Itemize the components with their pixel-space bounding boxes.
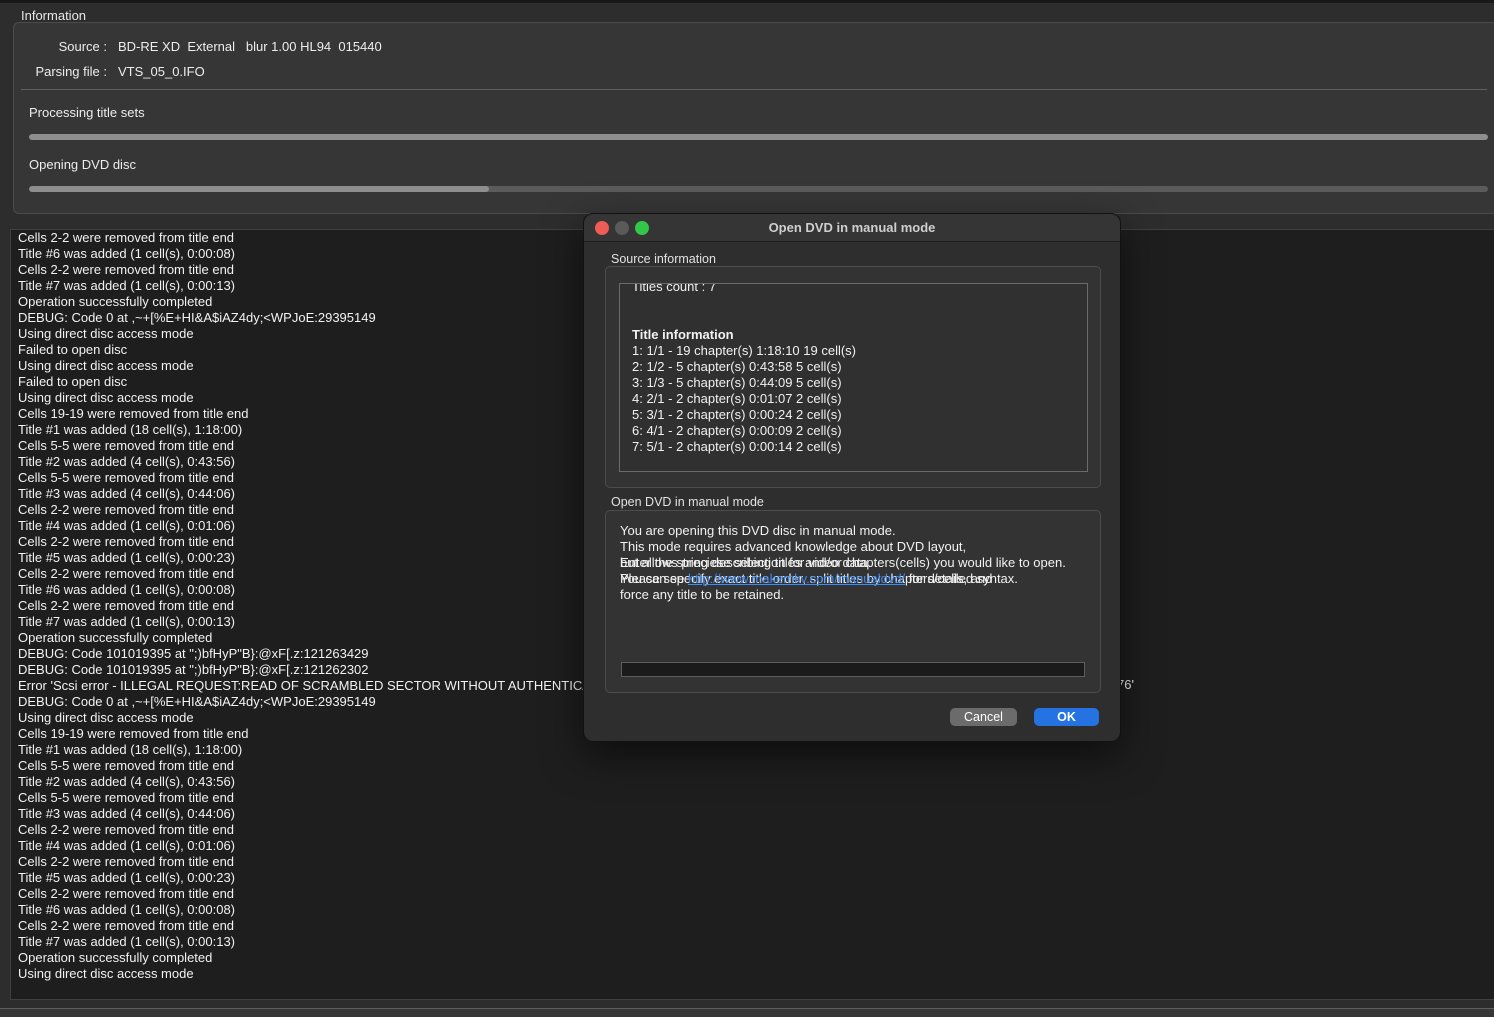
titles-count-line: Titles count : 7 [632, 283, 1087, 295]
log-line: Title #7 was added (1 cell(s), 0:00:13) [11, 934, 1494, 950]
source-information-group-box: Titles count : 7 Title information 1: 1/… [605, 266, 1101, 488]
title-information-header: Title information [632, 327, 1087, 343]
opening-progress-fill [29, 186, 489, 192]
blank-line [632, 295, 1087, 311]
processing-title-sets-label: Processing title sets [29, 105, 145, 120]
manual-mode-description-lines: You are opening this DVD disc in manual … [620, 523, 1090, 539]
log-line: Title #1 was added (18 cell(s), 1:18:00) [11, 742, 1494, 758]
ok-button[interactable]: OK [1034, 708, 1099, 726]
title-info-row: 2: 1/2 - 5 chapter(s) 0:43:58 5 cell(s) [632, 359, 1087, 375]
log-line: Title #5 was added (1 cell(s), 0:00:23) [11, 870, 1494, 886]
source-value: BD-RE XD External blur 1.00 HL94 015440 [118, 39, 382, 54]
parsing-file-label: Parsing file : [29, 64, 107, 79]
opening-progress-bar [29, 186, 1488, 192]
manual-mode-group-box: You are opening this DVD disc in manual … [605, 510, 1101, 693]
parsing-file-value: VTS_05_0.IFO [118, 64, 205, 79]
enter-string-line: Enter the string describing titles and/o… [620, 555, 1090, 571]
log-line: Title #2 was added (4 cell(s), 0:43:56) [11, 774, 1494, 790]
title-info-row: 4: 2/1 - 2 chapter(s) 0:01:07 2 cell(s) [632, 391, 1087, 407]
processing-progress-fill [29, 134, 1488, 140]
dialog-titlebar[interactable]: Open DVD in manual mode [584, 214, 1120, 242]
blank-line [632, 311, 1087, 327]
log-line: Cells 2-2 were removed from title end [11, 918, 1494, 934]
dialog-title: Open DVD in manual mode [584, 220, 1120, 235]
manual-selection-string-input[interactable] [621, 662, 1085, 677]
opening-dvd-disc-label: Opening DVD disc [29, 157, 136, 172]
title-info-row: 5: 3/1 - 2 chapter(s) 0:00:24 2 cell(s) [632, 407, 1087, 423]
log-line: Title #6 was added (1 cell(s), 0:00:08) [11, 902, 1494, 918]
window-top-edge [0, 0, 1494, 3]
please-see-prefix: Please see [620, 571, 688, 586]
log-line: Title #4 was added (1 cell(s), 0:01:06) [11, 838, 1494, 854]
log-line: Using direct disc access mode [11, 966, 1494, 982]
info-panel-title: Information [21, 8, 86, 23]
log-line: Cells 5-5 were removed from title end [11, 790, 1494, 806]
processing-progress-bar [29, 134, 1488, 140]
log-line: Cells 2-2 were removed from title end [11, 822, 1494, 838]
open-dvd-manual-mode-dialog: Open DVD in manual mode Source informati… [583, 213, 1121, 742]
cancel-button[interactable]: Cancel [950, 708, 1017, 726]
title-information-textview[interactable]: Titles count : 7 Title information 1: 1/… [619, 283, 1088, 472]
manual-mode-group-label: Open DVD in manual mode [611, 495, 764, 509]
info-divider [21, 89, 1487, 90]
title-info-row: 1: 1/1 - 19 chapter(s) 1:18:10 19 cell(s… [632, 343, 1087, 359]
window-bottom-statusbar [0, 1008, 1494, 1017]
source-information-group-label: Source information [611, 252, 716, 266]
source-label: Source : [29, 39, 107, 54]
title-info-row: 3: 1/3 - 5 chapter(s) 0:44:09 5 cell(s) [632, 375, 1087, 391]
log-line: Cells 5-5 were removed from title end [11, 758, 1494, 774]
manualdvd-link[interactable]: http://www.makemkv.com/manualdvd/ [688, 571, 905, 586]
info-panel: Source : BD-RE XD External blur 1.00 HL9… [13, 22, 1494, 214]
log-line: Cells 2-2 were removed from title end [11, 854, 1494, 870]
please-see-line: Please see http://www.makemkv.com/manual… [620, 571, 1090, 587]
please-see-suffix: for detailed syntax. [905, 571, 1018, 586]
title-information-content: Titles count : 7 Title information 1: 1/… [620, 283, 1087, 359]
log-line: Title #3 was added (4 cell(s), 0:44:06) [11, 806, 1494, 822]
title-info-row: 7: 5/1 - 2 chapter(s) 0:00:14 2 cell(s) [632, 439, 1087, 455]
description-line: You are opening this DVD disc in manual … [620, 523, 1090, 539]
manual-mode-description: You are opening this DVD disc in manual … [620, 523, 1090, 587]
title-info-row: 6: 4/1 - 2 chapter(s) 0:00:09 2 cell(s) [632, 423, 1087, 439]
log-line: Cells 2-2 were removed from title end [11, 886, 1494, 902]
description-line: force any title to be retained. [620, 587, 1090, 603]
log-line: Operation successfully completed [11, 950, 1494, 966]
title-information-list: 1: 1/1 - 19 chapter(s) 1:18:10 19 cell(s… [632, 343, 1087, 359]
